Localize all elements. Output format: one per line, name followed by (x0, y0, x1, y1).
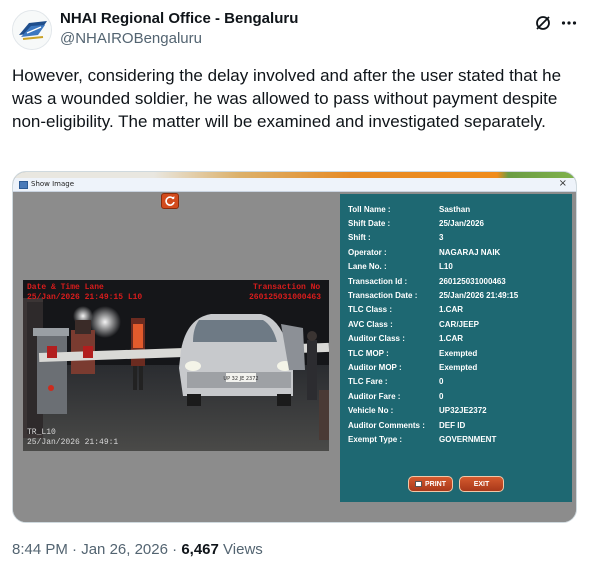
camera-snapshot: UP 32 JE 2372 Date & Time Lane 25/Jan/20… (23, 280, 329, 451)
detail-label: Shift : (348, 233, 371, 243)
detail-label: Auditor Fare : (348, 391, 401, 401)
cam-overlay-datetime-label: Date & Time Lane (27, 283, 104, 292)
detail-row: Shift Date : 25/Jan/2026 (348, 216, 568, 230)
detail-row: Operator : NAGARAJ NAIK (348, 245, 568, 259)
print-button[interactable]: PRINT (408, 476, 453, 492)
detail-row: Toll Name : Sasthan (348, 202, 568, 216)
avatar[interactable] (12, 10, 52, 50)
detail-row: Transaction Id : 260125031000463 (348, 274, 568, 288)
cam-overlay-datetime-value: 25/Jan/2026 21:49:15 L10 (27, 293, 143, 302)
detail-value: 1.CAR (439, 334, 464, 344)
detail-row: Auditor Fare : 0 (348, 389, 568, 403)
views-count: 6,467 (181, 541, 219, 558)
detail-row: TLC MOP : Exempted (348, 346, 568, 360)
detail-value: CAR/JEEP (439, 319, 480, 329)
detail-label: Toll Name : (348, 204, 391, 214)
window-body: UP 32 JE 2372 Date & Time Lane 25/Jan/20… (13, 192, 576, 522)
meta-separator: · (72, 541, 78, 558)
cam-overlay-timestamp: 25/Jan/2026 21:49:1 (27, 438, 119, 447)
detail-value: Exempted (439, 348, 478, 358)
detail-label: TLC MOP : (348, 348, 389, 358)
views-label: Views (223, 541, 263, 558)
detail-row: Shift : 3 (348, 231, 568, 245)
cam-overlay-lane: TR_L10 (27, 428, 56, 437)
detail-value: 25/Jan/2026 (439, 219, 484, 229)
detail-value: 0 (439, 377, 444, 387)
detail-label: Auditor Comments : (348, 420, 425, 430)
detail-row: Lane No. : L10 (348, 260, 568, 274)
detail-label: Transaction Date : (348, 291, 418, 301)
detail-label: Transaction Id : (348, 276, 408, 286)
detail-value: 3 (439, 233, 444, 243)
cam-overlay-transaction-value: 260125031000463 (249, 293, 322, 302)
detail-label: Auditor Class : (348, 334, 405, 344)
detail-label: Shift Date : (348, 219, 391, 229)
transaction-details-list: Toll Name : Sasthan Shift Date : 25/Jan/202… (348, 202, 568, 447)
detail-label: Lane No. : (348, 262, 387, 272)
detail-label: Vehicle No : (348, 406, 394, 416)
refresh-icon (165, 196, 175, 206)
author-handle[interactable]: @NHAIROBengaluru (60, 30, 202, 47)
tweet-header: NHAI Regional Office - Bengaluru @NHAIRO… (12, 8, 588, 52)
exit-button-label: EXIT (473, 480, 490, 488)
tweet-media-image[interactable]: Show Image × UP 32 JE 2372 Date & Time L… (12, 171, 577, 523)
window-app-icon (19, 181, 28, 189)
detail-row: TLC Fare : 0 (348, 375, 568, 389)
detail-value: Exempted (439, 362, 478, 372)
detail-label: TLC Class : (348, 305, 393, 315)
grok-icon[interactable] (532, 12, 554, 34)
exit-button[interactable]: EXIT (459, 476, 504, 492)
detail-row: Auditor MOP : Exempted (348, 360, 568, 374)
tweet-time[interactable]: 8:44 PM (12, 541, 68, 558)
number-plate: UP 32 JE 2372 (223, 376, 258, 382)
detail-value: NAGARAJ NAIK (439, 247, 501, 257)
detail-label: Operator : (348, 247, 387, 257)
print-button-label: PRINT (425, 480, 446, 488)
nhai-logo-icon (13, 11, 51, 49)
detail-value: 25/Jan/2026 21:49:15 (439, 291, 519, 301)
tweet-date[interactable]: Jan 26, 2026 (81, 541, 168, 558)
detail-value: Sasthan (439, 204, 471, 214)
detail-row: AVC Class : CAR/JEEP (348, 317, 568, 331)
meta-separator: · (172, 541, 178, 558)
more-icon[interactable] (558, 12, 580, 34)
author-display-name[interactable]: NHAI Regional Office - Bengaluru (60, 10, 298, 27)
detail-value: 260125031000463 (439, 276, 506, 286)
detail-row: Auditor Comments : DEF ID (348, 418, 568, 432)
detail-value: 0 (439, 391, 444, 401)
detail-row: Exempt Type : GOVERNMENT (348, 432, 568, 446)
detail-label: AVC Class : (348, 319, 393, 329)
detail-value: 1.CAR (439, 305, 464, 315)
cam-overlay-transaction-label: Transaction No (253, 283, 321, 292)
detail-row: TLC Class : 1.CAR (348, 303, 568, 317)
lane-camera-image: UP 32 JE 2372 (23, 280, 329, 451)
window-title: Show Image (31, 180, 75, 188)
detail-value: UP32JE2372 (439, 406, 487, 416)
detail-row: Auditor Class : 1.CAR (348, 332, 568, 346)
detail-value: L10 (439, 262, 453, 272)
detail-value: GOVERNMENT (439, 434, 497, 444)
detail-value: DEF ID (439, 420, 466, 430)
tweet-text: However, considering the delay involved … (12, 66, 562, 131)
detail-row: Transaction Date : 25/Jan/2026 21:49:15 (348, 288, 568, 302)
window-titlebar: Show Image × (13, 178, 576, 192)
detail-label: Exempt Type : (348, 434, 403, 444)
detail-label: Auditor MOP : (348, 362, 402, 372)
tweet-meta: 8:44 PM · Jan 26, 2026 · 6,467 Views (12, 541, 263, 558)
printer-icon (415, 481, 422, 487)
detail-label: TLC Fare : (348, 377, 388, 387)
refresh-button[interactable] (161, 193, 179, 209)
detail-row: Vehicle No : UP32JE2372 (348, 403, 568, 417)
close-icon[interactable]: × (559, 178, 567, 189)
transaction-details-panel: Toll Name : Sasthan Shift Date : 25/Jan/202… (340, 194, 572, 502)
